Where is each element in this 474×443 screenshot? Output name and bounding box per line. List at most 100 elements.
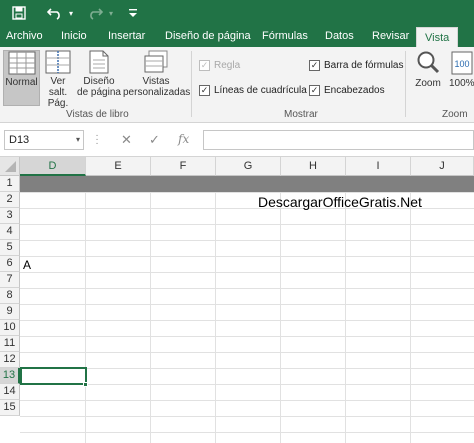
group-label-vistas-libro: Vistas de libro — [66, 109, 129, 120]
formula-bar-grip-icon[interactable]: · · · — [94, 131, 100, 149]
barra-formulas-label: Barra de fórmulas — [324, 59, 404, 71]
row-header-11[interactable]: 11 — [0, 336, 20, 352]
gridline — [20, 320, 474, 321]
column-header-f[interactable]: F — [151, 157, 216, 176]
name-box[interactable]: D13 ▾ — [4, 130, 84, 150]
zoom-100-label: 100% — [449, 78, 474, 89]
worksheet-grid[interactable]: D E F G H I J 1 2 3 4 5 6 7 8 9 10 11 12… — [0, 157, 474, 443]
active-cell-d13[interactable] — [20, 367, 87, 385]
gridline — [85, 192, 86, 443]
gridline — [20, 192, 474, 193]
page-layout-label-2: de página — [77, 87, 121, 98]
gridline — [20, 304, 474, 305]
row-header-12[interactable]: 12 — [0, 352, 20, 368]
gridline — [20, 416, 474, 417]
encabezados-label: Encabezados — [324, 84, 385, 96]
barra-formulas-checkbox[interactable]: ✓ Barra de fórmulas — [309, 58, 403, 72]
enter-icon[interactable]: ✓ — [149, 132, 160, 148]
undo-dropdown-icon[interactable]: ▾ — [66, 3, 76, 23]
fill-handle[interactable] — [83, 382, 88, 387]
redo-icon[interactable] — [84, 3, 106, 23]
group-label-mostrar: Mostrar — [284, 109, 318, 120]
regla-label: Regla — [214, 59, 241, 71]
select-all-icon — [5, 161, 16, 172]
row-header-3[interactable]: 3 — [0, 208, 20, 224]
magnifier-icon — [417, 51, 440, 74]
select-all-corner[interactable] — [0, 157, 20, 176]
tab-insertar[interactable]: Insertar — [108, 26, 145, 47]
redo-dropdown-icon[interactable]: ▾ — [106, 3, 116, 23]
gridline — [215, 192, 216, 443]
column-header-g[interactable]: G — [216, 157, 281, 176]
custom-views-label-2: personalizadas — [123, 87, 191, 98]
check-icon: ✓ — [309, 84, 320, 96]
tab-datos[interactable]: Datos — [325, 26, 354, 47]
formula-bar: D13 ▾ · · · ✕ ✓ fx — [0, 123, 474, 157]
lineas-cuadricula-checkbox[interactable]: ✓ Líneas de cuadrícula — [199, 83, 307, 97]
row-header-14[interactable]: 14 — [0, 384, 20, 400]
row-header-5[interactable]: 5 — [0, 240, 20, 256]
cell-d6[interactable]: A — [23, 258, 31, 272]
gridline — [20, 288, 474, 289]
gridline — [20, 352, 474, 353]
tab-formulas[interactable]: Fórmulas — [262, 26, 308, 47]
chevron-down-icon[interactable]: ▾ — [76, 131, 80, 149]
custom-views-icon — [144, 50, 168, 73]
check-icon: ✓ — [309, 59, 320, 71]
row-header-2[interactable]: 2 — [0, 192, 20, 208]
page-layout-view-button[interactable]: Diseño de página — [77, 50, 121, 106]
insert-function-icon[interactable]: fx — [178, 132, 189, 146]
save-icon[interactable] — [8, 3, 30, 23]
check-icon: ✓ — [199, 84, 210, 96]
column-header-h[interactable]: H — [281, 157, 346, 176]
gridline — [20, 336, 474, 337]
cancel-icon[interactable]: ✕ — [121, 132, 132, 148]
row-header-15[interactable]: 15 — [0, 400, 20, 416]
column-header-e[interactable]: E — [86, 157, 151, 176]
row-header-6[interactable]: 6 — [0, 256, 20, 272]
gridline — [20, 384, 474, 385]
tab-diseno-pagina[interactable]: Diseño de página — [165, 26, 251, 47]
row-header-7[interactable]: 7 — [0, 272, 20, 288]
zoom-label: Zoom — [415, 78, 441, 89]
gridline — [410, 192, 411, 443]
normal-view-label: Normal — [5, 77, 38, 88]
zoom-button[interactable]: Zoom — [411, 50, 445, 106]
group-separator — [191, 51, 192, 117]
gridline — [20, 400, 474, 401]
group-separator — [405, 51, 406, 117]
normal-view-button[interactable]: Normal — [3, 50, 40, 106]
row-header-8[interactable]: 8 — [0, 288, 20, 304]
gridline — [20, 272, 474, 273]
row-header-10[interactable]: 10 — [0, 320, 20, 336]
row-header-13[interactable]: 13 — [0, 368, 20, 384]
gridline — [280, 192, 281, 443]
lineas-cuadricula-label: Líneas de cuadrícula — [214, 84, 307, 96]
tab-archivo[interactable]: Archivo — [6, 26, 43, 47]
ribbon-tabs: Archivo Inicio Insertar Diseño de página… — [0, 26, 474, 47]
normal-view-icon — [8, 51, 35, 75]
row-header-4[interactable]: 4 — [0, 224, 20, 240]
zoom-100-button[interactable]: 100 100% — [449, 50, 474, 106]
page-break-preview-button[interactable]: Ver salt. Pág. — [41, 50, 75, 109]
cell-g2[interactable]: DescargarOfficeGratis.Net — [258, 194, 422, 210]
undo-icon[interactable] — [44, 3, 66, 23]
column-header-i[interactable]: I — [346, 157, 411, 176]
ribbon-panel: Normal Ver salt. Pág. Diseño de página V… — [0, 47, 474, 123]
formula-input[interactable] — [203, 130, 474, 150]
zoom-100-icon: 100 — [451, 51, 472, 75]
encabezados-checkbox[interactable]: ✓ Encabezados — [309, 83, 385, 97]
tab-vista[interactable]: Vista — [416, 27, 459, 47]
row-header-9[interactable]: 9 — [0, 304, 20, 320]
column-header-d[interactable]: D — [20, 157, 86, 176]
regla-checkbox[interactable]: ✓ Regla — [199, 58, 240, 72]
column-header-j[interactable]: J — [411, 157, 474, 176]
custom-views-button[interactable]: Vistas personalizadas — [123, 50, 191, 106]
page-layout-icon — [89, 50, 109, 74]
gridline — [345, 192, 346, 443]
page-break-label-1: Ver salt. — [48, 76, 68, 98]
row-header-1[interactable]: 1 — [0, 176, 20, 192]
tab-inicio[interactable]: Inicio — [61, 26, 87, 47]
tab-revisar[interactable]: Revisar — [372, 26, 409, 47]
customize-toolbar-icon[interactable] — [126, 3, 140, 23]
